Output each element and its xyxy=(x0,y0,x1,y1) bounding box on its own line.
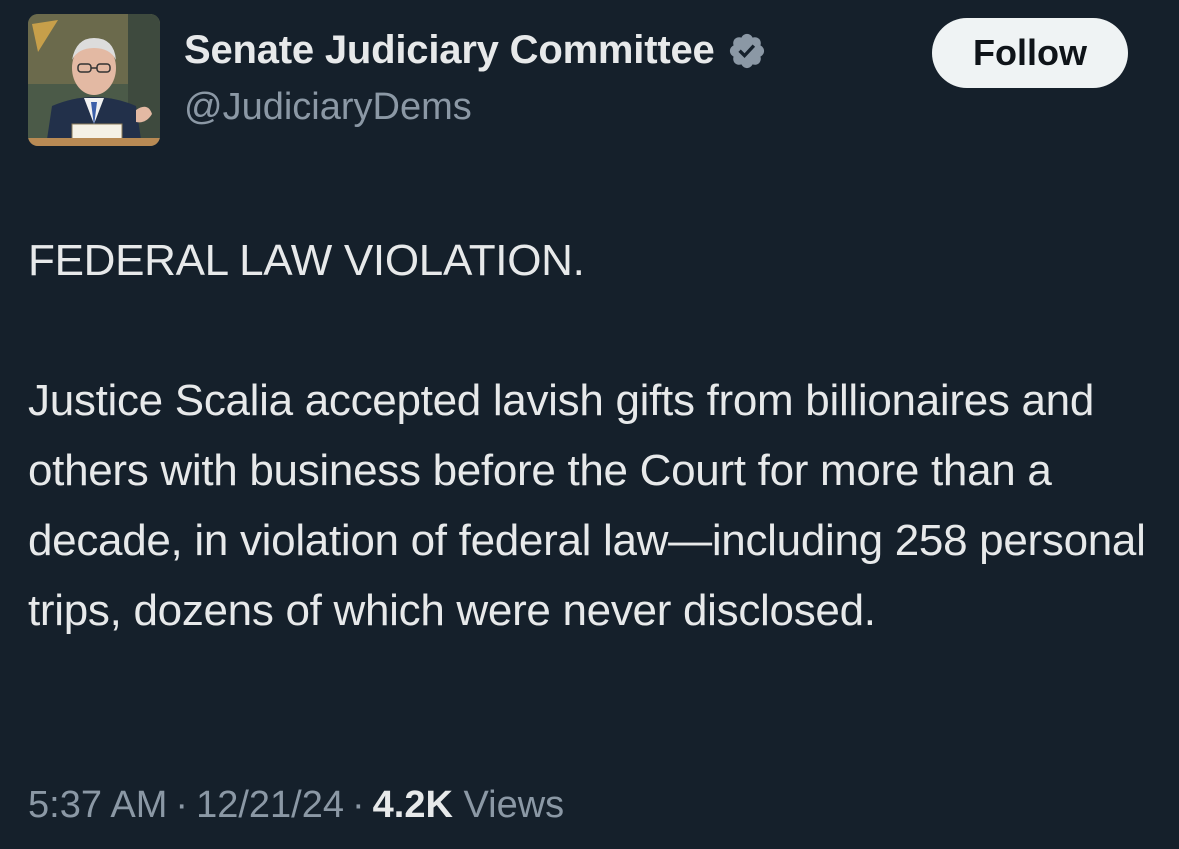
author-avatar[interactable] xyxy=(28,14,160,146)
author-name-row: Senate Judiciary Committee xyxy=(184,28,767,73)
avatar-photo xyxy=(28,14,160,146)
tweet-card: Senate Judiciary Committee @JudiciaryDem… xyxy=(0,0,1179,849)
verified-badge-icon[interactable] xyxy=(727,31,767,71)
tweet-body: Justice Scalia accepted lavish gifts fro… xyxy=(28,376,1146,635)
tweet-date[interactable]: 12/21/24 xyxy=(196,784,344,826)
tweet-meta: 5:37 AM · 12/21/24 · 4.2K Views xyxy=(28,784,564,827)
author-display-name[interactable]: Senate Judiciary Committee xyxy=(184,28,715,73)
views-count[interactable]: 4.2K xyxy=(373,784,453,826)
meta-separator: · xyxy=(175,784,189,826)
tweet-time[interactable]: 5:37 AM xyxy=(28,784,167,826)
views-label: Views xyxy=(463,784,565,826)
meta-separator: · xyxy=(352,784,365,826)
tweet-text: FEDERAL LAW VIOLATION. Justice Scalia ac… xyxy=(28,226,1158,646)
follow-button[interactable]: Follow xyxy=(932,18,1128,88)
tweet-headline: FEDERAL LAW VIOLATION. xyxy=(28,236,585,285)
author-handle[interactable]: @JudiciaryDems xyxy=(184,86,472,129)
